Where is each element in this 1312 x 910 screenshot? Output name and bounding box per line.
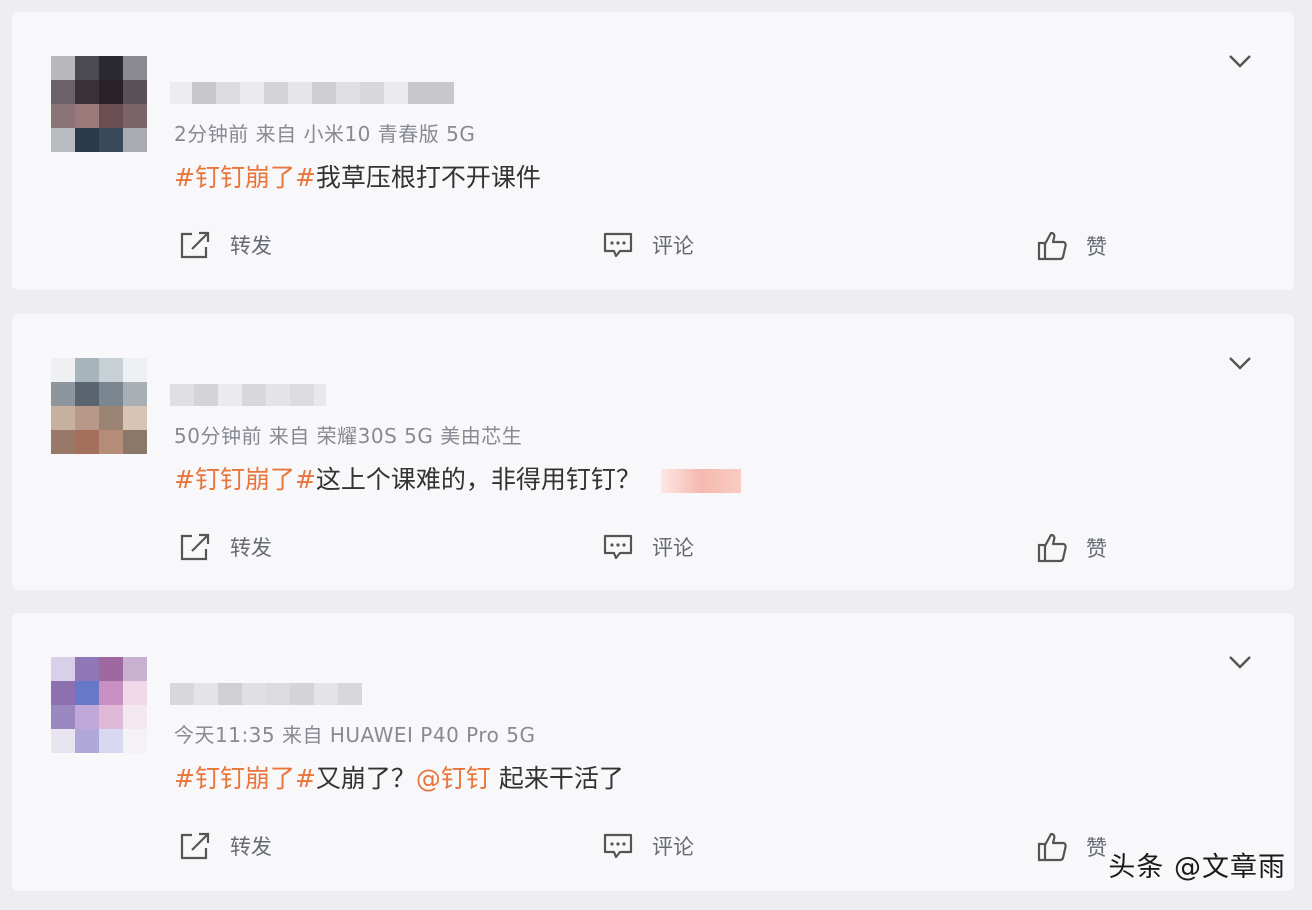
watermark: 头条 @文章雨 [1108, 852, 1286, 883]
username[interactable] [170, 360, 326, 406]
comment-button[interactable]: 评论 [602, 532, 694, 562]
forward-button[interactable]: 转发 [178, 532, 272, 562]
like-button[interactable]: 赞 [1036, 532, 1107, 564]
mention-link[interactable]: @钉钉 [416, 764, 491, 793]
post-card: 2分钟前 来自 小米10 青春版 5G #钉钉崩了#我草压根打不开课件 转发 评… [12, 12, 1294, 290]
forward-label: 转发 [230, 234, 272, 258]
forward-icon [180, 231, 210, 259]
hashtag-link[interactable]: #钉钉崩了# [174, 163, 316, 192]
username[interactable] [170, 58, 454, 104]
hashtag-link[interactable]: #钉钉崩了# [174, 764, 316, 793]
post-meta: 50分钟前 来自 荣耀30S 5G 美由芯生 [174, 424, 523, 448]
like-button[interactable]: 赞 [1036, 230, 1107, 262]
chevron-down-icon[interactable] [1226, 352, 1254, 374]
forward-button[interactable]: 转发 [178, 230, 272, 260]
forward-label: 转发 [230, 536, 272, 560]
comment-icon [603, 232, 633, 258]
like-label: 赞 [1086, 836, 1107, 860]
thumbs-up-icon [1037, 231, 1067, 261]
post-content-after: 起来干活了 [490, 764, 624, 793]
action-bar: 转发 评论 赞 [12, 532, 1294, 572]
comment-button[interactable]: 评论 [602, 230, 694, 260]
thumbs-up-icon [1037, 533, 1067, 563]
post-content: 我草压根打不开课件 [315, 163, 541, 192]
forward-button[interactable]: 转发 [178, 831, 272, 861]
comment-label: 评论 [652, 835, 694, 859]
hashtag-link[interactable]: #钉钉崩了# [174, 465, 316, 494]
avatar[interactable] [51, 358, 147, 454]
avatar[interactable] [51, 657, 147, 753]
post-text: #钉钉崩了#又崩了？@钉钉 起来干活了 [174, 759, 624, 795]
post-meta: 2分钟前 来自 小米10 青春版 5G [174, 122, 476, 146]
comment-icon [603, 833, 633, 859]
post-content: 这上个课难的，非得用钉钉？ [315, 465, 641, 494]
action-bar: 转发 评论 赞 [12, 230, 1294, 270]
blurred-emoji [660, 469, 741, 493]
post-meta: 今天11:35 来自 HUAWEI P40 Pro 5G [174, 723, 536, 747]
like-label: 赞 [1086, 537, 1107, 561]
comment-icon [603, 534, 633, 560]
avatar[interactable] [51, 56, 147, 152]
like-label: 赞 [1086, 235, 1107, 259]
post-text: #钉钉崩了#我草压根打不开课件 [174, 158, 541, 194]
chevron-down-icon[interactable] [1226, 651, 1254, 673]
thumbs-up-icon [1037, 832, 1067, 862]
forward-icon [180, 832, 210, 860]
post-text: #钉钉崩了#这上个课难的，非得用钉钉？ [174, 460, 741, 496]
post-content: 又崩了？ [315, 764, 416, 793]
comment-label: 评论 [652, 234, 694, 258]
like-button[interactable]: 赞 [1036, 831, 1107, 863]
forward-label: 转发 [230, 835, 272, 859]
post-card: 50分钟前 来自 荣耀30S 5G 美由芯生 #钉钉崩了#这上个课难的，非得用钉… [12, 314, 1294, 590]
username[interactable] [170, 659, 362, 705]
action-bar: 转发 评论 赞 [12, 831, 1294, 871]
post-card: 今天11:35 来自 HUAWEI P40 Pro 5G #钉钉崩了#又崩了？@… [12, 613, 1294, 891]
comment-button[interactable]: 评论 [602, 831, 694, 861]
forward-icon [180, 533, 210, 561]
comment-label: 评论 [652, 536, 694, 560]
chevron-down-icon[interactable] [1226, 50, 1254, 72]
